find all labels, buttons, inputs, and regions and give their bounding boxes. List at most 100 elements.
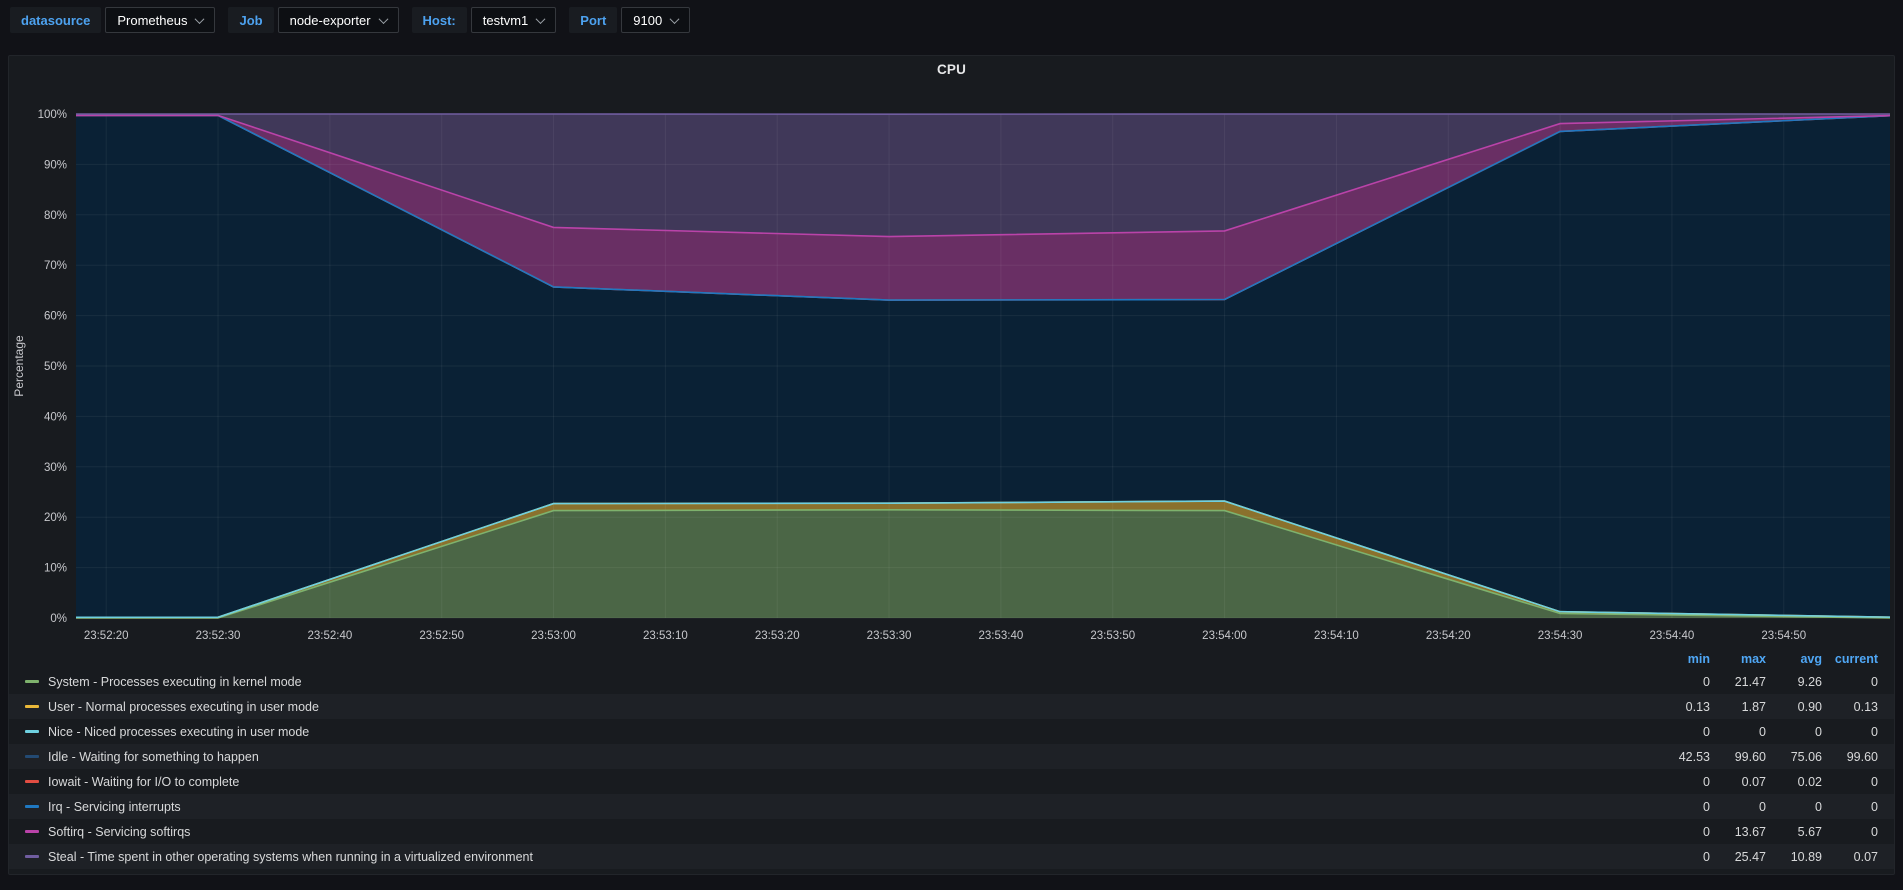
svg-text:100%: 100% (38, 109, 67, 121)
variable-select-port[interactable]: 9100 (621, 7, 690, 33)
stat-min-steal: 0 (1654, 850, 1710, 864)
svg-text:23:52:20: 23:52:20 (84, 630, 129, 642)
stat-current-steal: 0.07 (1822, 850, 1878, 864)
svg-text:23:53:00: 23:53:00 (531, 630, 576, 642)
svg-text:23:54:40: 23:54:40 (1650, 630, 1695, 642)
stat-avg-nice: 0 (1766, 725, 1822, 739)
legend-row-system: System - Processes executing in kernel m… (9, 669, 1894, 694)
svg-text:23:53:20: 23:53:20 (755, 630, 800, 642)
variable-label-datasource: datasource (10, 7, 101, 33)
stat-current-irq: 0 (1822, 800, 1878, 814)
variable-value-job: node-exporter (290, 13, 371, 28)
svg-text:40%: 40% (44, 411, 67, 423)
svg-text:23:54:50: 23:54:50 (1761, 630, 1806, 642)
stat-current-idle: 99.60 (1822, 750, 1878, 764)
variable-label-host: Host: (412, 7, 467, 33)
variable-job: Jobnode-exporter (228, 7, 398, 33)
y-axis-title: Percentage (12, 335, 26, 397)
legend-sort-max[interactable]: max (1710, 652, 1766, 666)
legend-row-idle: Idle - Waiting for something to happen42… (9, 744, 1894, 769)
variable-select-job[interactable]: node-exporter (278, 7, 399, 33)
stat-min-softirq: 0 (1654, 825, 1710, 839)
stat-min-idle: 42.53 (1654, 750, 1710, 764)
series-color-swatch-irq[interactable] (25, 805, 39, 808)
series-color-swatch-softirq[interactable] (25, 830, 39, 833)
stat-current-nice: 0 (1822, 725, 1878, 739)
series-label-softirq[interactable]: Softirq - Servicing softirqs (48, 825, 1654, 839)
svg-text:70%: 70% (44, 260, 67, 272)
legend-row-irq: Irq - Servicing interrupts0000 (9, 794, 1894, 819)
series-label-steal[interactable]: Steal - Time spent in other operating sy… (48, 850, 1654, 864)
variables-toolbar: datasourcePrometheus Jobnode-exporter Host… (10, 7, 690, 33)
series-color-swatch-iowait[interactable] (25, 780, 39, 783)
stat-min-system: 0 (1654, 675, 1710, 689)
series-label-irq[interactable]: Irq - Servicing interrupts (48, 800, 1654, 814)
variable-port: Port 9100 (569, 7, 690, 33)
stat-min-nice: 0 (1654, 725, 1710, 739)
stat-avg-user: 0.90 (1766, 700, 1822, 714)
svg-text:90%: 90% (44, 159, 67, 171)
series-color-swatch-user[interactable] (25, 705, 39, 708)
svg-text:23:54:20: 23:54:20 (1426, 630, 1471, 642)
series-label-system[interactable]: System - Processes executing in kernel m… (48, 675, 1654, 689)
series-label-nice[interactable]: Nice - Niced processes executing in user… (48, 725, 1654, 739)
legend-sort-current[interactable]: current (1822, 652, 1878, 666)
stat-current-iowait: 0 (1822, 775, 1878, 789)
stat-current-system: 0 (1822, 675, 1878, 689)
legend-header-row: minmaxavgcurrent (9, 648, 1894, 669)
legend-sort-avg[interactable]: avg (1766, 652, 1822, 666)
series-color-swatch-idle[interactable] (25, 755, 39, 758)
panel-title[interactable]: CPU (9, 62, 1894, 77)
variable-value-port: 9100 (633, 13, 662, 28)
variable-select-datasource[interactable]: Prometheus (105, 7, 215, 33)
chevron-down-icon (378, 14, 388, 24)
svg-text:23:52:50: 23:52:50 (419, 630, 464, 642)
svg-text:23:53:30: 23:53:30 (867, 630, 912, 642)
stat-avg-softirq: 5.67 (1766, 825, 1822, 839)
svg-text:23:54:30: 23:54:30 (1538, 630, 1583, 642)
stat-avg-steal: 10.89 (1766, 850, 1822, 864)
cpu-panel: CPU 0%10%20%30%40%50%60%70%80%90%100%23:… (8, 55, 1895, 875)
svg-text:30%: 30% (44, 462, 67, 474)
legend-row-steal: Steal - Time spent in other operating sy… (9, 844, 1894, 869)
series-color-swatch-system[interactable] (25, 680, 39, 683)
stat-avg-system: 9.26 (1766, 675, 1822, 689)
stat-max-iowait: 0.07 (1710, 775, 1766, 789)
stat-min-iowait: 0 (1654, 775, 1710, 789)
stat-max-softirq: 13.67 (1710, 825, 1766, 839)
series-label-user[interactable]: User - Normal processes executing in use… (48, 700, 1654, 714)
svg-text:23:53:50: 23:53:50 (1090, 630, 1135, 642)
legend-row-softirq: Softirq - Servicing softirqs013.675.670 (9, 819, 1894, 844)
legend-sort-min[interactable]: min (1654, 652, 1710, 666)
series-color-swatch-steal[interactable] (25, 855, 39, 858)
legend-table: minmaxavgcurrent System - Processes execu… (9, 648, 1894, 869)
stat-current-user: 0.13 (1822, 700, 1878, 714)
svg-text:10%: 10% (44, 563, 67, 575)
stat-avg-irq: 0 (1766, 800, 1822, 814)
variable-select-host[interactable]: testvm1 (471, 7, 557, 33)
legend-row-nice: Nice - Niced processes executing in user… (9, 719, 1894, 744)
chevron-down-icon (195, 14, 205, 24)
legend-row-iowait: Iowait - Waiting for I/O to complete00.0… (9, 769, 1894, 794)
variable-datasource: datasourcePrometheus (10, 7, 215, 33)
series-color-swatch-nice[interactable] (25, 730, 39, 733)
svg-text:23:53:10: 23:53:10 (643, 630, 688, 642)
stat-avg-iowait: 0.02 (1766, 775, 1822, 789)
svg-text:0%: 0% (50, 613, 67, 625)
stat-max-idle: 99.60 (1710, 750, 1766, 764)
variable-label-port: Port (569, 7, 617, 33)
series-label-idle[interactable]: Idle - Waiting for something to happen (48, 750, 1654, 764)
svg-text:23:54:10: 23:54:10 (1314, 630, 1359, 642)
svg-text:23:53:40: 23:53:40 (979, 630, 1024, 642)
series-label-iowait[interactable]: Iowait - Waiting for I/O to complete (48, 775, 1654, 789)
cpu-chart[interactable]: 0%10%20%30%40%50%60%70%80%90%100%23:52:2… (9, 82, 1894, 648)
svg-text:20%: 20% (44, 512, 67, 524)
svg-text:23:52:40: 23:52:40 (307, 630, 352, 642)
stat-max-system: 21.47 (1710, 675, 1766, 689)
svg-text:80%: 80% (44, 210, 67, 222)
stat-avg-idle: 75.06 (1766, 750, 1822, 764)
svg-text:23:52:30: 23:52:30 (196, 630, 241, 642)
svg-text:60%: 60% (44, 311, 67, 323)
stat-current-softirq: 0 (1822, 825, 1878, 839)
variable-value-host: testvm1 (483, 13, 529, 28)
